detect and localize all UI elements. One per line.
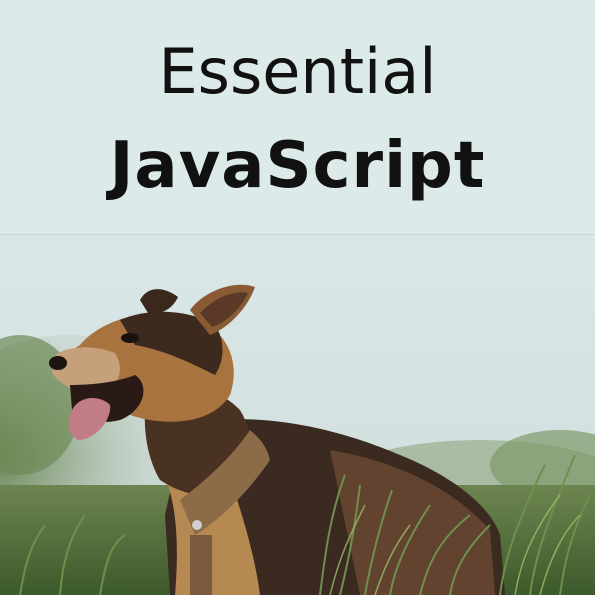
book-cover: Essential JavaScript bbox=[0, 0, 595, 595]
title-line-essential: Essential bbox=[158, 35, 437, 108]
dog-photo-illustration bbox=[0, 235, 595, 595]
title-line-javascript: JavaScript bbox=[109, 129, 486, 203]
title-band: Essential JavaScript bbox=[0, 0, 595, 235]
cover-photo bbox=[0, 235, 595, 595]
